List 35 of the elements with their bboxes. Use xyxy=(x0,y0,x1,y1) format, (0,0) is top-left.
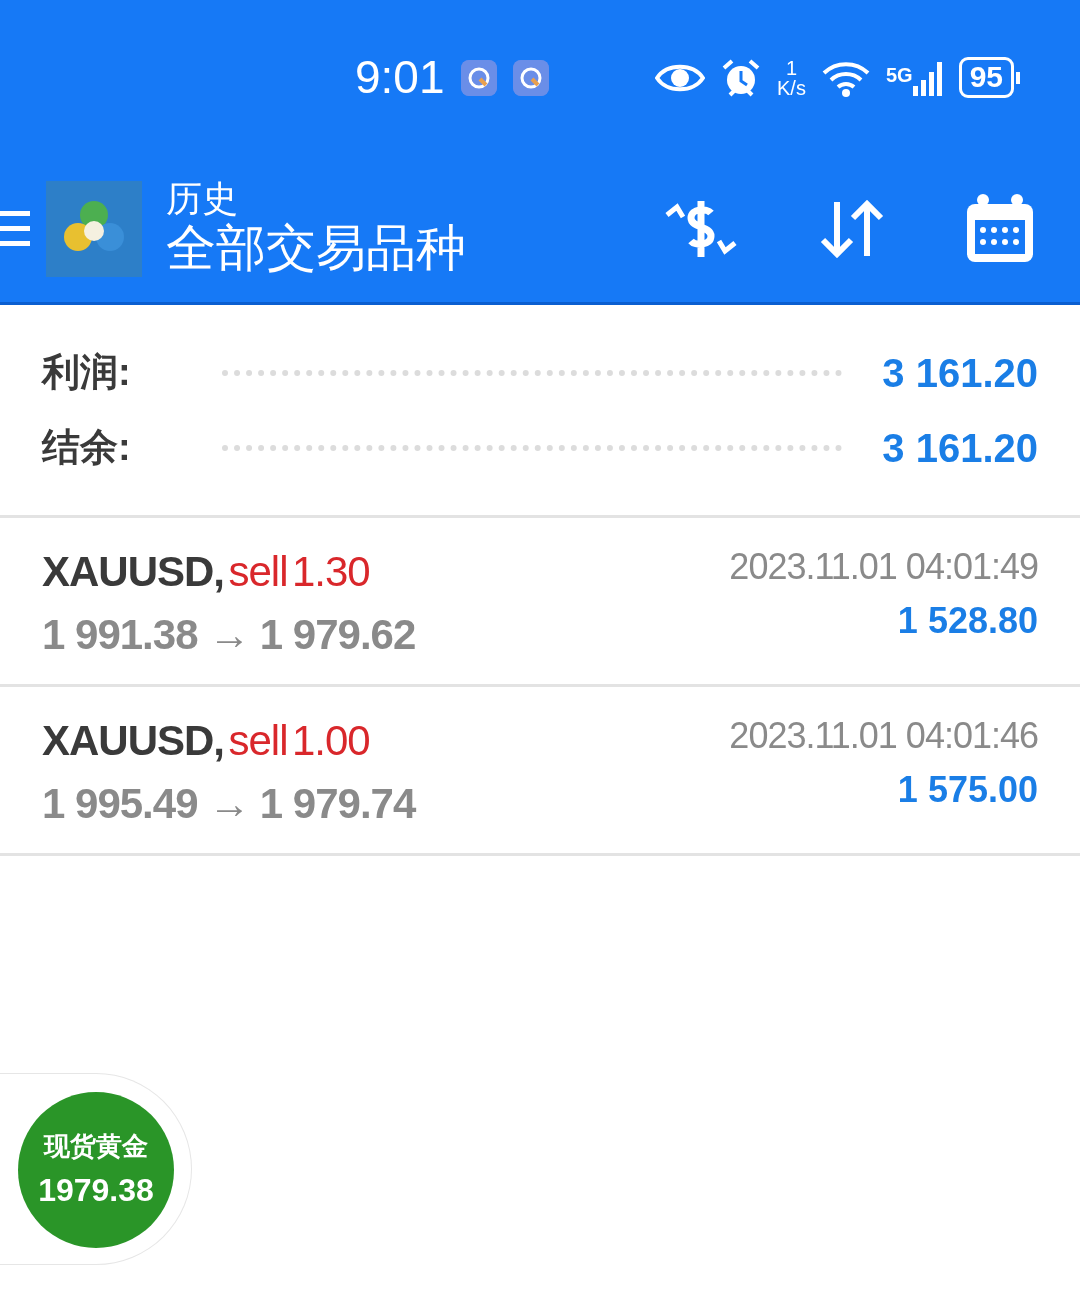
app-notification-icon xyxy=(512,59,549,96)
widget-price: 1979.38 xyxy=(38,1170,154,1210)
trade-side: sell xyxy=(228,717,288,764)
sort-icon[interactable] xyxy=(819,199,885,258)
network-speed-value: 1 xyxy=(784,57,799,78)
widget-title: 现货黄金 xyxy=(44,1129,148,1163)
trade-prices: 1 991.38 → 1 979.62 xyxy=(42,610,416,660)
trade-symbol: XAUUSD, xyxy=(42,717,225,764)
screen-title: 历史 xyxy=(166,178,239,219)
floating-widget[interactable]: 现货黄金 1979.38 xyxy=(0,1073,192,1265)
trade-side: sell xyxy=(228,548,288,595)
trade-symbol: XAUUSD, xyxy=(42,548,225,595)
trade-profit: 1 575.00 xyxy=(896,768,1038,812)
trade-volume: 1.30 xyxy=(291,548,370,595)
summary-value: 3 161.20 xyxy=(882,424,1038,472)
trade-time: 2023.11.01 04:01:49 xyxy=(729,545,1038,589)
trade-prices: 1 995.49 → 1 979.74 xyxy=(42,779,416,829)
trade-profit: 1 528.80 xyxy=(896,599,1038,643)
trade-time: 2023.11.01 04:01:46 xyxy=(729,714,1038,758)
trade-volume: 1.00 xyxy=(291,717,370,764)
alarm-clock-icon xyxy=(721,57,762,98)
network-type: 5G xyxy=(885,62,913,88)
summary-label: 结余: xyxy=(42,425,132,470)
summary-label: 利润: xyxy=(42,350,132,395)
network-speed-unit: K/s xyxy=(777,77,806,98)
summary-value: 3 161.20 xyxy=(882,349,1038,397)
trade-row[interactable]: XAUUSD,sell 1.30 1 991.38 → 1 979.62 2023.11.01 04:01:49 1 528.80 xyxy=(0,518,1080,687)
calendar-icon[interactable] xyxy=(965,193,1035,264)
clock: 9:01 xyxy=(355,50,445,105)
battery-level: 95 xyxy=(958,57,1014,98)
symbol-filter[interactable]: 全部交易品种 xyxy=(166,218,466,279)
trade-row[interactable]: XAUUSD,sell 1.00 1 995.49 → 1 979.74 2023.11.01 04:01:46 1 575.00 xyxy=(0,687,1080,856)
app-notification-icon xyxy=(460,59,497,96)
signal-icon xyxy=(912,59,943,96)
price-bubble[interactable]: 现货黄金 1979.38 xyxy=(18,1092,174,1248)
